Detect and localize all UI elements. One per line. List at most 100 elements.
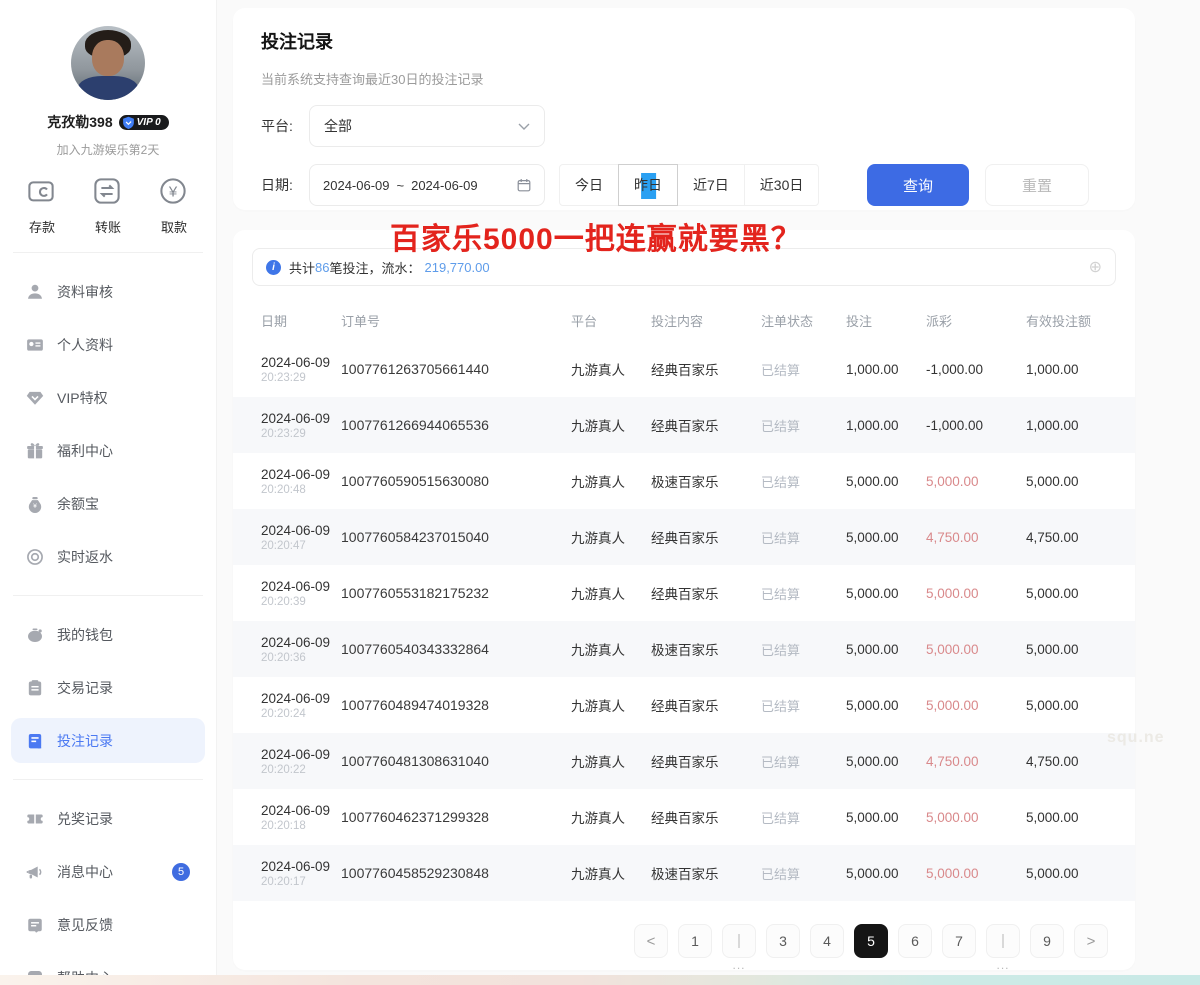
cell-bet: 5,000.00 <box>846 698 926 713</box>
cell-bet: 5,000.00 <box>846 474 926 489</box>
cell-date-value: 2024-06-09 <box>261 467 341 482</box>
quick-action-transfer[interactable]: 转账 <box>92 176 124 236</box>
pagination-page-button[interactable]: 4 <box>810 924 844 958</box>
quick-action-deposit[interactable]: 存款 <box>26 176 58 236</box>
sidebar-item[interactable]: VIP特权 <box>11 375 205 420</box>
quick-date-ranges: 今日昨日近7日近30日 <box>559 164 819 206</box>
pagination-page-button[interactable]: 7 <box>942 924 976 958</box>
calendar-icon <box>517 178 531 192</box>
sidebar-item[interactable]: 消息中心5 <box>11 849 205 894</box>
column-header: 有效投注额 <box>1026 311 1107 330</box>
cell-bet: 5,000.00 <box>846 810 926 825</box>
filters-card: 投注记录 当前系统支持查询最近30日的投注记录 平台: 全部 日期: 2024-… <box>233 8 1135 210</box>
sidebar-item-label: 我的钱包 <box>57 625 113 645</box>
cell-status: 已结算 <box>761 864 846 883</box>
money-bag-icon: ¥ <box>26 495 44 513</box>
sidebar-item-label: 福利中心 <box>57 441 113 461</box>
vip-badge[interactable]: VIP 0 <box>119 115 169 130</box>
table-row: 2024-06-0920:20:221007760481308631040九游真… <box>233 733 1135 789</box>
cell-order: 1007761263705661440 <box>341 361 571 377</box>
cell-content: 经典百家乐 <box>651 695 761 715</box>
sidebar-item[interactable]: 意见反馈 <box>11 902 205 947</box>
pagination-ellipsis[interactable]: ... <box>722 924 756 958</box>
cell-platform: 九游真人 <box>571 751 651 771</box>
column-header: 派彩 <box>926 311 1026 330</box>
cell-platform: 九游真人 <box>571 527 651 547</box>
cell-date-value: 2024-06-09 <box>261 355 341 370</box>
user-row: 克孜勒398 VIP 0 <box>0 112 216 132</box>
quick-action-label: 取款 <box>161 217 187 236</box>
quick-range-button[interactable]: 今日 <box>559 164 619 206</box>
ellipsis-bar <box>1002 934 1004 948</box>
main-content: 投注记录 当前系统支持查询最近30日的投注记录 平台: 全部 日期: 2024-… <box>217 0 1200 985</box>
cell-content: 经典百家乐 <box>651 359 761 379</box>
pagination-page-button[interactable]: 1 <box>678 924 712 958</box>
sidebar-item[interactable]: 投注记录 <box>11 718 205 763</box>
cell-bet: 5,000.00 <box>846 866 926 881</box>
pagination-next-button[interactable]: > <box>1074 924 1108 958</box>
quick-action-label: 转账 <box>95 217 121 236</box>
cell-payout: 5,000.00 <box>926 586 1026 601</box>
cell-time-value: 20:20:47 <box>261 540 341 552</box>
sidebar-item[interactable]: 实时返水 <box>11 534 205 579</box>
pagination-page-button[interactable]: 6 <box>898 924 932 958</box>
svg-text:¥: ¥ <box>33 503 37 510</box>
cell-payout: 5,000.00 <box>926 642 1026 657</box>
bet-count: 86 <box>315 260 329 275</box>
username: 克孜勒398 <box>47 112 112 132</box>
platform-select[interactable]: 全部 <box>309 105 545 147</box>
cell-date-value: 2024-06-09 <box>261 523 341 538</box>
cell-date-value: 2024-06-09 <box>261 691 341 706</box>
reset-button[interactable]: 重置 <box>985 164 1089 206</box>
quick-range-button[interactable]: 近7日 <box>677 164 745 206</box>
pagination-page-button[interactable]: 9 <box>1030 924 1064 958</box>
withdraw-icon: ¥ <box>158 176 190 208</box>
quick-range-button[interactable]: 昨日 <box>618 164 678 206</box>
sidebar-item[interactable]: 我的钱包 <box>11 612 205 657</box>
sidebar-item[interactable]: ¥余额宝 <box>11 481 205 526</box>
cell-date: 2024-06-0920:20:24 <box>261 691 341 720</box>
cell-content: 经典百家乐 <box>651 527 761 547</box>
quick-action-withdraw[interactable]: ¥ 取款 <box>158 176 190 236</box>
pagination: <1... 34567... 9 > <box>233 924 1108 958</box>
pagination-ellipsis[interactable]: ... <box>986 924 1020 958</box>
cell-content: 极速百家乐 <box>651 471 761 491</box>
sidebar-item[interactable]: 资料审核 <box>11 269 205 314</box>
pagination-page-button[interactable]: 3 <box>766 924 800 958</box>
sidebar-item[interactable]: 福利中心 <box>11 428 205 473</box>
date-start: 2024-06-09 <box>323 178 390 193</box>
cell-status: 已结算 <box>761 584 846 603</box>
cell-bet: 5,000.00 <box>846 586 926 601</box>
annotation-overlay-text: 百家乐5000一把连赢就要黑？ <box>390 214 802 258</box>
cell-status: 已结算 <box>761 640 846 659</box>
sidebar-item-label: 个人资料 <box>57 335 113 355</box>
user-audit-icon <box>26 283 44 301</box>
table-header: 日期订单号平台投注内容注单状态投注派彩有效投注额 <box>233 299 1135 341</box>
sidebar-item[interactable]: 交易记录 <box>11 665 205 710</box>
expand-icon[interactable]: ⊕ <box>1089 257 1102 277</box>
sidebar-item-label: 意见反馈 <box>57 915 113 935</box>
query-button[interactable]: 查询 <box>867 164 969 206</box>
cell-valid: 1,000.00 <box>1026 362 1107 377</box>
pagination-page-button[interactable]: 5 <box>854 924 888 958</box>
page-subtitle: 当前系统支持查询最近30日的投注记录 <box>261 69 1107 88</box>
cell-payout: 5,000.00 <box>926 810 1026 825</box>
vip-diamond-icon <box>26 389 44 407</box>
date-range-input[interactable]: 2024-06-09 ~ 2024-06-09 <box>309 164 545 206</box>
quick-actions: 存款转账 ¥ 取款 <box>0 176 216 236</box>
sidebar-item[interactable]: 个人资料 <box>11 322 205 367</box>
vip-level-label: VIP 0 <box>137 117 161 128</box>
table-row: 2024-06-0920:20:361007760540343332864九游真… <box>233 621 1135 677</box>
pagination-prev-button[interactable]: < <box>634 924 668 958</box>
quick-range-button[interactable]: 近30日 <box>744 164 820 206</box>
avatar[interactable] <box>71 26 145 100</box>
join-days-text: 加入九游娱乐第2天 <box>0 141 216 158</box>
prize-ticket-icon <box>26 810 44 828</box>
cell-status: 已结算 <box>761 808 846 827</box>
sidebar-item[interactable]: 兑奖记录 <box>11 796 205 841</box>
cell-valid: 4,750.00 <box>1026 754 1107 769</box>
sidebar-item-label: 投注记录 <box>57 731 113 751</box>
sidebar-item-label: 兑奖记录 <box>57 809 113 829</box>
transaction-record-icon <box>26 679 44 697</box>
rebate-icon <box>26 548 44 566</box>
